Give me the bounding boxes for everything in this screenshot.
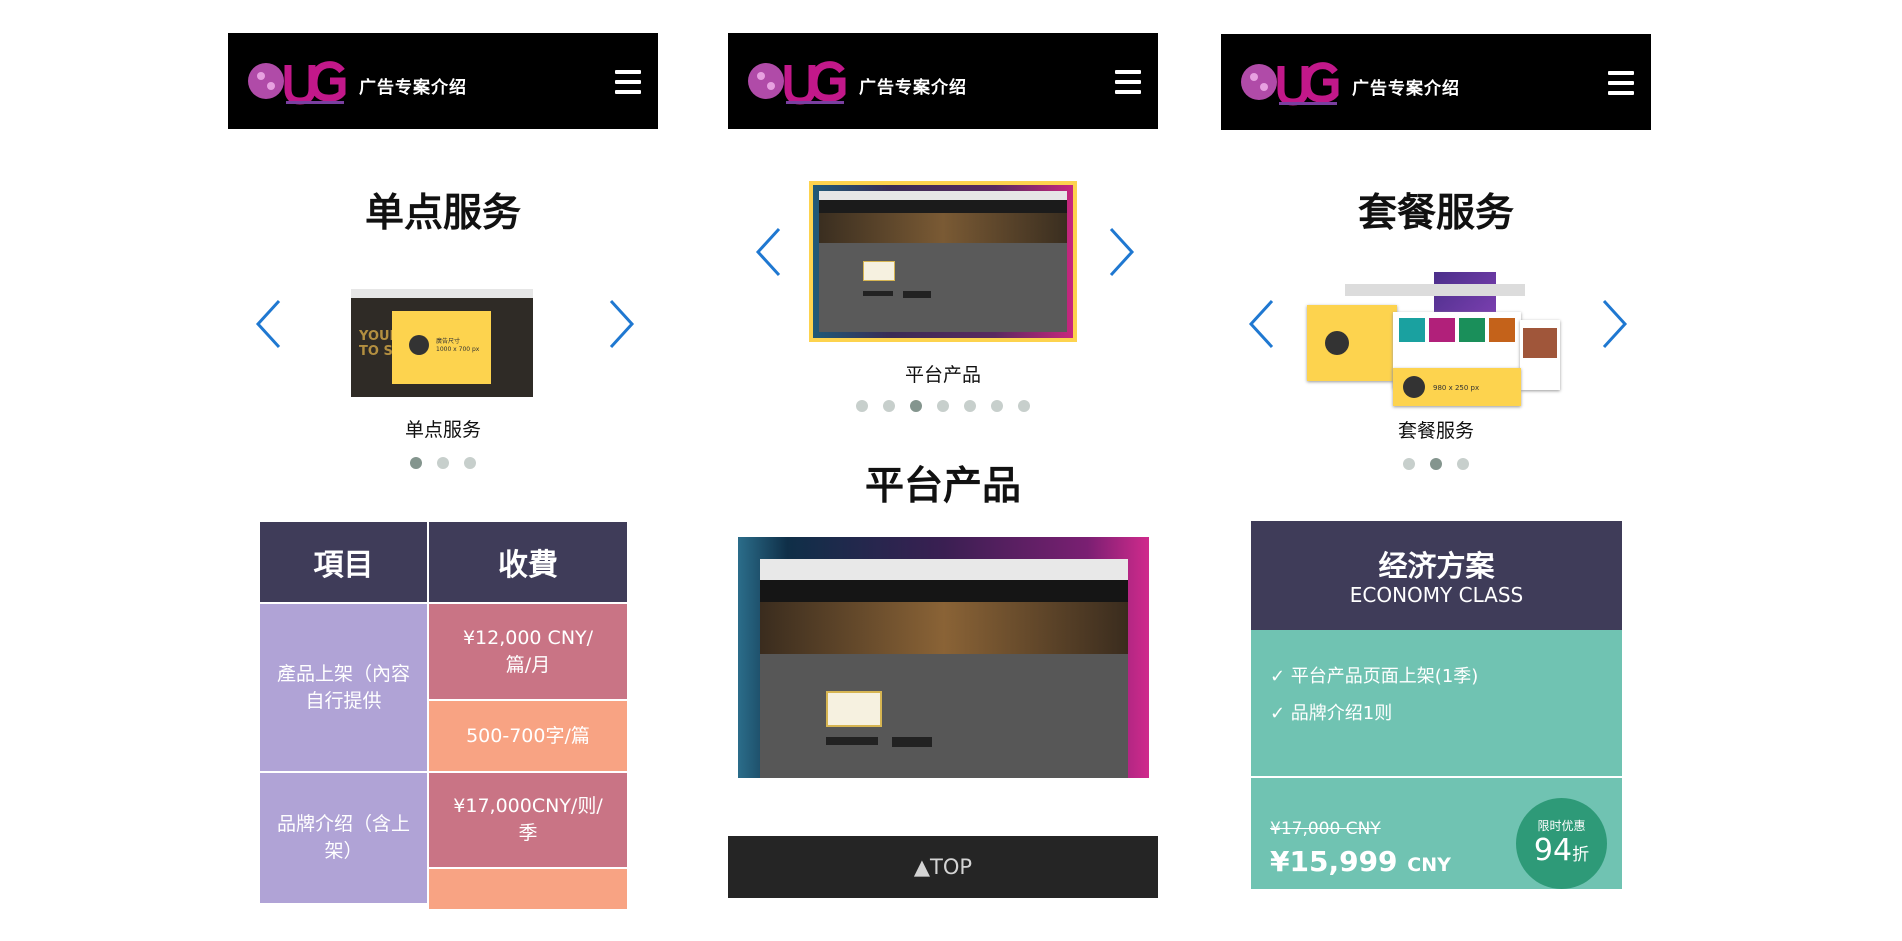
ug-logo[interactable] [742, 51, 852, 109]
hamburger-icon[interactable] [615, 70, 641, 94]
header-title: 广告专案介绍 [859, 78, 967, 98]
carousel-dot[interactable] [437, 457, 449, 469]
carousel-dot[interactable] [856, 400, 868, 412]
panel-package-service: 广告专案介绍 套餐服务 980 x 250 px 套餐服务 经济方案 ECONO… [1221, 0, 1651, 941]
ug-logo[interactable] [242, 51, 352, 109]
site-header: 广告专案介绍 [228, 33, 658, 129]
plan-title: 经济方案 [1378, 549, 1495, 583]
table-cell-item: 產品上架（內容自行提供 [260, 604, 427, 771]
carousel-prev-arrow[interactable] [254, 298, 284, 350]
slide-caption: 单点服务 [404, 419, 481, 441]
plan-feature: ✓ 品牌介绍1则 [1270, 703, 1393, 724]
carousel-prev-arrow[interactable] [1247, 298, 1277, 350]
plan-pricing: ¥17,000 CNY ¥15,999 CNY 限时优惠 94折 [1251, 778, 1622, 889]
carousel-dot[interactable] [964, 400, 976, 412]
table-cell-price [429, 869, 627, 909]
panel-single-service: 广告专案介绍 单点服务 YOUR TO SU 廣告尺寸 1000 x 700 px… [228, 0, 658, 941]
new-price-currency: CNY [1407, 854, 1451, 876]
site-header: 广告专案介绍 [1221, 34, 1651, 130]
back-to-top-button[interactable]: ▲TOP [728, 836, 1158, 898]
plan-subtitle: ECONOMY CLASS [1349, 583, 1524, 607]
carousel-dot[interactable] [1403, 458, 1415, 470]
badge-suffix: 折 [1572, 845, 1590, 865]
chevron-right-icon [609, 299, 635, 349]
carousel-next-arrow[interactable] [1106, 226, 1136, 278]
carousel-dot[interactable] [410, 457, 422, 469]
section-title: 套餐服务 [1357, 191, 1514, 236]
ad-size-label: 廣告尺寸 [436, 338, 461, 345]
carousel-dots [728, 400, 1158, 412]
plan-header: 经济方案 ECONOMY CLASS [1251, 521, 1622, 630]
plan-feature: ✓ 平台产品页面上架(1季) [1270, 666, 1479, 687]
new-price: ¥15,999 CNY [1270, 845, 1451, 878]
site-header: 广告专案介绍 [728, 33, 1158, 129]
new-price-amount: ¥15,999 [1270, 845, 1398, 878]
discount-badge: 限时优惠 94折 [1516, 798, 1607, 889]
badge-label: 限时优惠 [1537, 819, 1586, 833]
slide-caption: 平台产品 [904, 364, 981, 386]
hamburger-icon[interactable] [1115, 70, 1141, 94]
carousel-next-arrow[interactable] [1599, 298, 1629, 350]
ad-size-value: 1000 x 700 px [436, 346, 480, 353]
chevron-left-icon [1248, 299, 1274, 349]
table-cell-item: 品牌介绍（含上架） [260, 773, 427, 903]
table-cell-price: ¥17,000CNY/则/季 [429, 773, 627, 867]
chevron-left-icon [255, 299, 281, 349]
carousel-dot[interactable] [1018, 400, 1030, 412]
section-title: 平台产品 [864, 464, 1021, 509]
table-header-item: 項目 [260, 522, 427, 602]
table-cell-price: 500-700字/篇 [429, 701, 627, 771]
badge-discount: 94折 [1516, 833, 1607, 868]
carousel-dot[interactable] [1457, 458, 1469, 470]
economy-plan-card: 经济方案 ECONOMY CLASS ✓ 平台产品页面上架(1季) ✓ 品牌介绍… [1251, 521, 1622, 889]
carousel-prev-arrow[interactable] [754, 226, 784, 278]
slide-caption: 套餐服务 [1397, 420, 1474, 442]
badge-number: 94 [1533, 833, 1573, 868]
price-table: 項目 收費 產品上架（內容自行提供 ¥12,000 CNY/篇/月 500-70… [260, 522, 627, 909]
chevron-left-icon [755, 227, 781, 277]
ad-size-value: 980 x 250 px [1433, 384, 1480, 392]
header-title: 广告专案介绍 [359, 78, 467, 98]
chevron-right-icon [1602, 299, 1628, 349]
carousel-dots [228, 457, 658, 469]
old-price: ¥17,000 CNY [1270, 819, 1381, 839]
carousel-dot[interactable] [937, 400, 949, 412]
slide-thumbnail-active[interactable] [809, 181, 1077, 342]
panel-platform-products: 广告专案介绍 平台产品 平台产品 ▲TOP [728, 0, 1158, 941]
ug-logo[interactable] [1235, 52, 1345, 110]
carousel-dot[interactable] [991, 400, 1003, 412]
plan-features: ✓ 平台产品页面上架(1季) ✓ 品牌介绍1则 [1251, 630, 1622, 776]
carousel-dot[interactable] [910, 400, 922, 412]
table-cell-price: ¥12,000 CNY/篇/月 [429, 604, 627, 699]
carousel-next-arrow[interactable] [606, 298, 636, 350]
ad-size-box: 廣告尺寸 1000 x 700 px [392, 311, 491, 384]
chevron-right-icon [1109, 227, 1135, 277]
section-title: 单点服务 [364, 191, 521, 236]
platform-screenshot [738, 537, 1149, 778]
slide-thumbnail[interactable]: YOUR TO SU 廣告尺寸 1000 x 700 px [351, 289, 533, 397]
carousel-dot[interactable] [464, 457, 476, 469]
carousel-dot[interactable] [883, 400, 895, 412]
carousel-dot[interactable] [1430, 458, 1442, 470]
table-header-fee: 收費 [429, 522, 627, 602]
hamburger-icon[interactable] [1608, 71, 1634, 95]
header-title: 广告专案介绍 [1352, 79, 1460, 99]
slide-thumbnail-collage[interactable]: 980 x 250 px [1307, 272, 1560, 412]
carousel-dots [1221, 458, 1651, 470]
